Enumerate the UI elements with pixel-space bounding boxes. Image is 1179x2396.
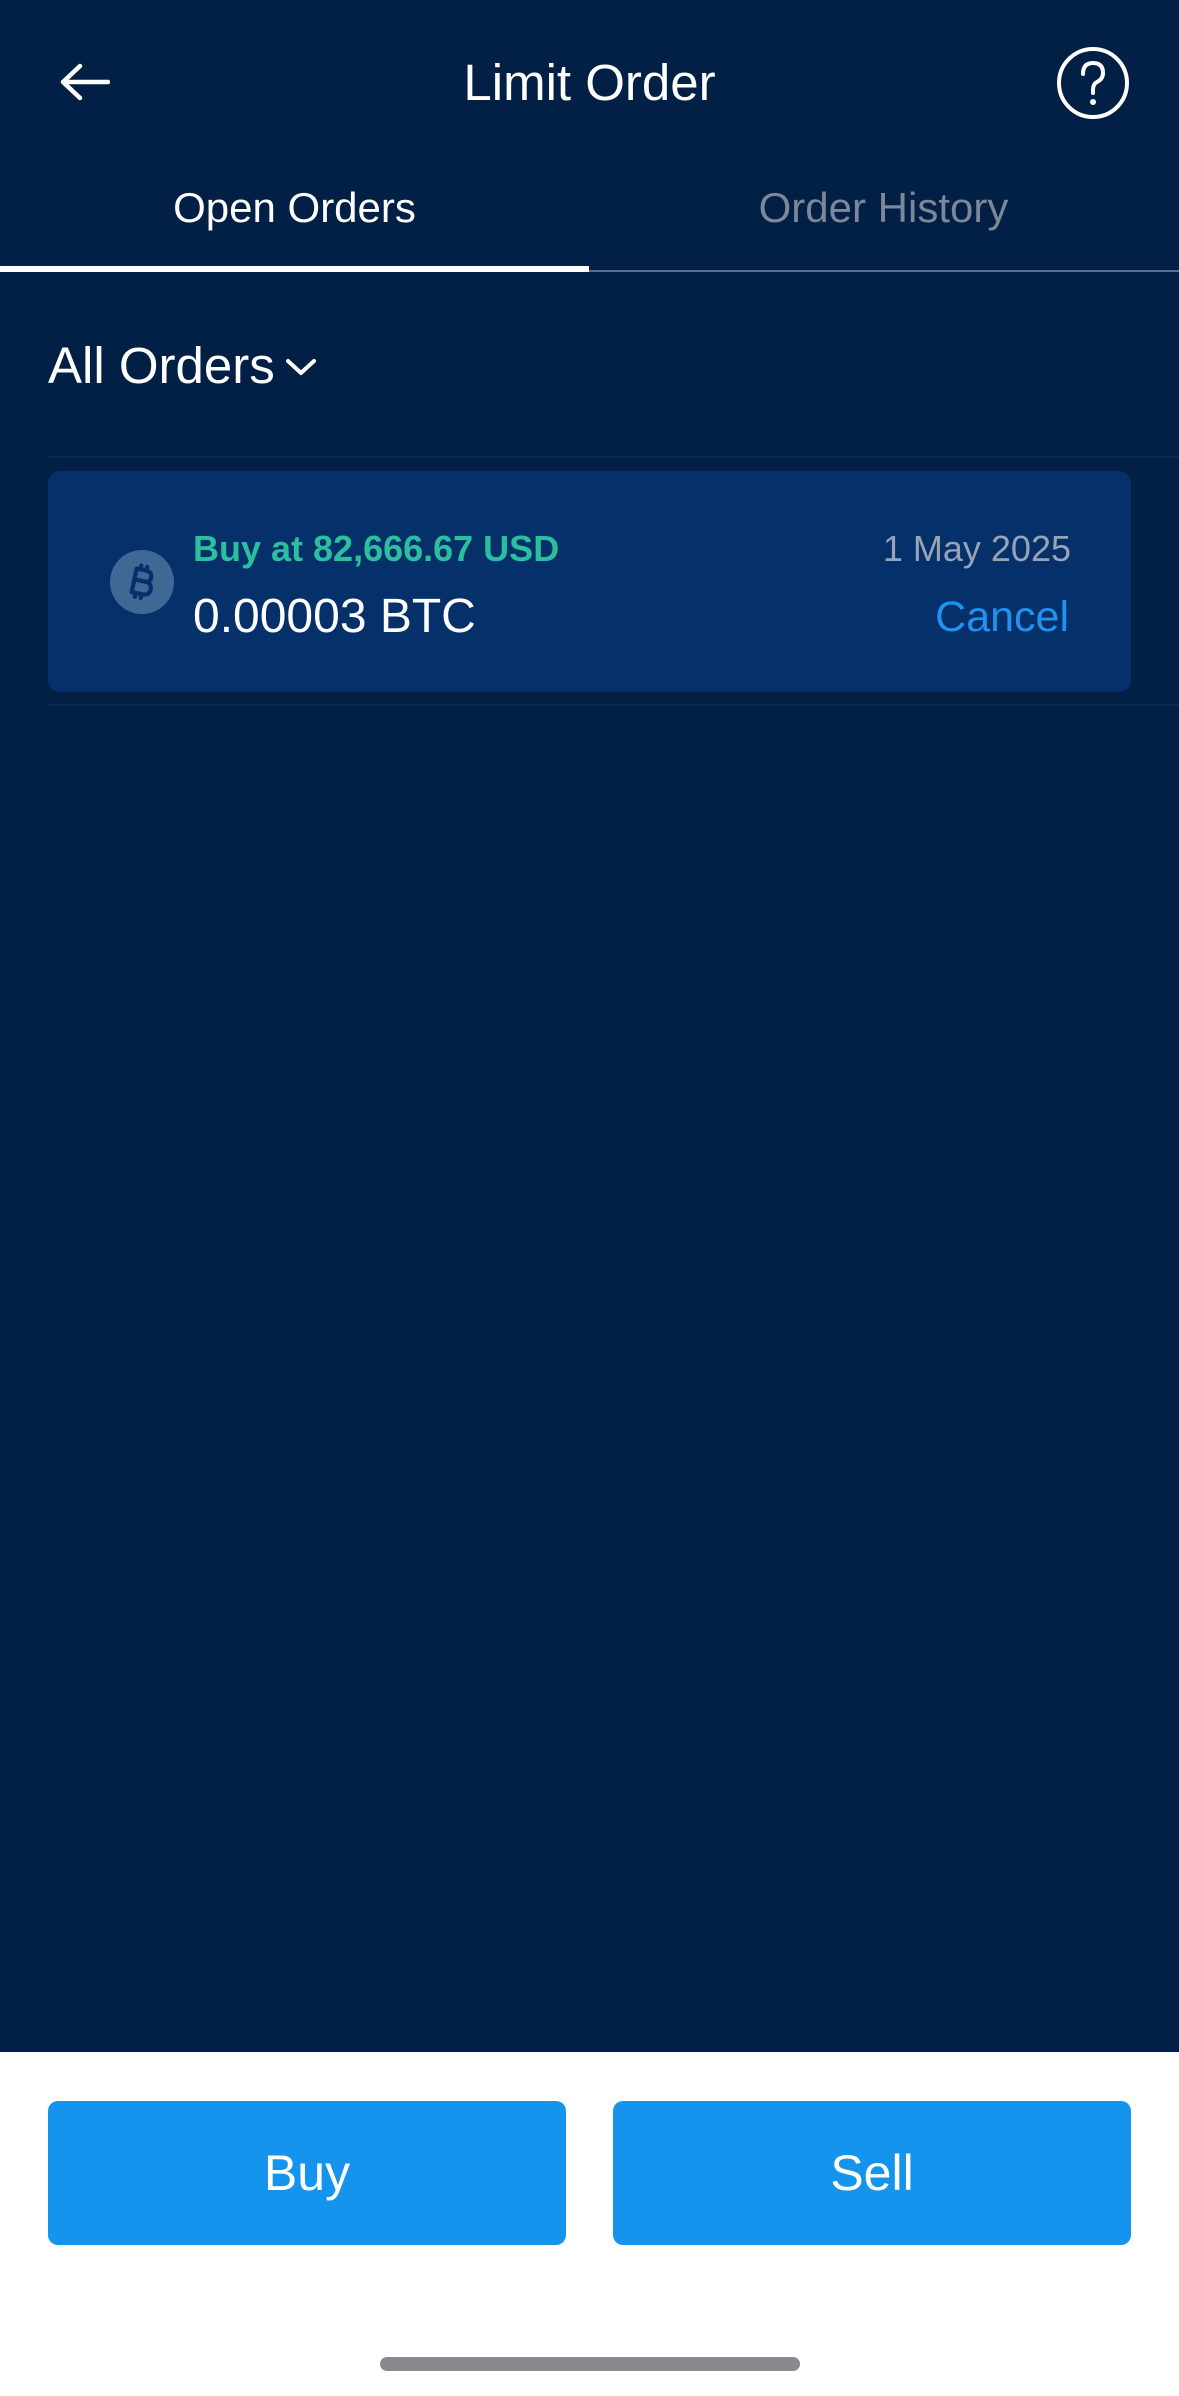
order-filter-label: All Orders (48, 336, 275, 394)
order-filter-dropdown[interactable]: All Orders (48, 330, 317, 400)
buy-button[interactable]: Buy (48, 2101, 566, 2245)
question-circle-icon (1057, 47, 1129, 119)
page-title: Limit Order (463, 54, 716, 111)
sell-button[interactable]: Sell (613, 2101, 1131, 2245)
order-amount: 0.00003 BTC (193, 590, 476, 643)
order-tabs: Open Orders Order History (0, 170, 1179, 272)
home-indicator[interactable] (380, 2357, 800, 2371)
active-tab-indicator (0, 266, 589, 272)
cancel-order-button[interactable]: Cancel (935, 589, 1069, 645)
list-divider (48, 704, 1179, 706)
tab-open-orders-label: Open Orders (173, 184, 416, 231)
help-button[interactable] (1056, 46, 1130, 120)
order-date: 1 May 2025 (882, 528, 1071, 569)
order-price: Buy at 82,666.67 USD (193, 528, 560, 569)
chevron-down-icon (285, 359, 316, 375)
bitcoin-glyph-icon (129, 563, 154, 601)
tab-order-history[interactable]: Order History (589, 170, 1178, 270)
tab-open-orders[interactable]: Open Orders (0, 170, 589, 272)
bottom-action-bar: Buy Sell (0, 2052, 1179, 2396)
bitcoin-icon (110, 550, 174, 614)
order-list-item: Buy at 82,666.67 USD 0.00003 BTC 1 May 2… (48, 471, 1131, 692)
limit-order-screen: Limit Order Open Orders Order History Al… (0, 0, 1179, 2052)
top-bar: Limit Order (0, 0, 1179, 170)
tab-order-history-label: Order History (758, 184, 1009, 231)
list-divider (48, 456, 1179, 458)
